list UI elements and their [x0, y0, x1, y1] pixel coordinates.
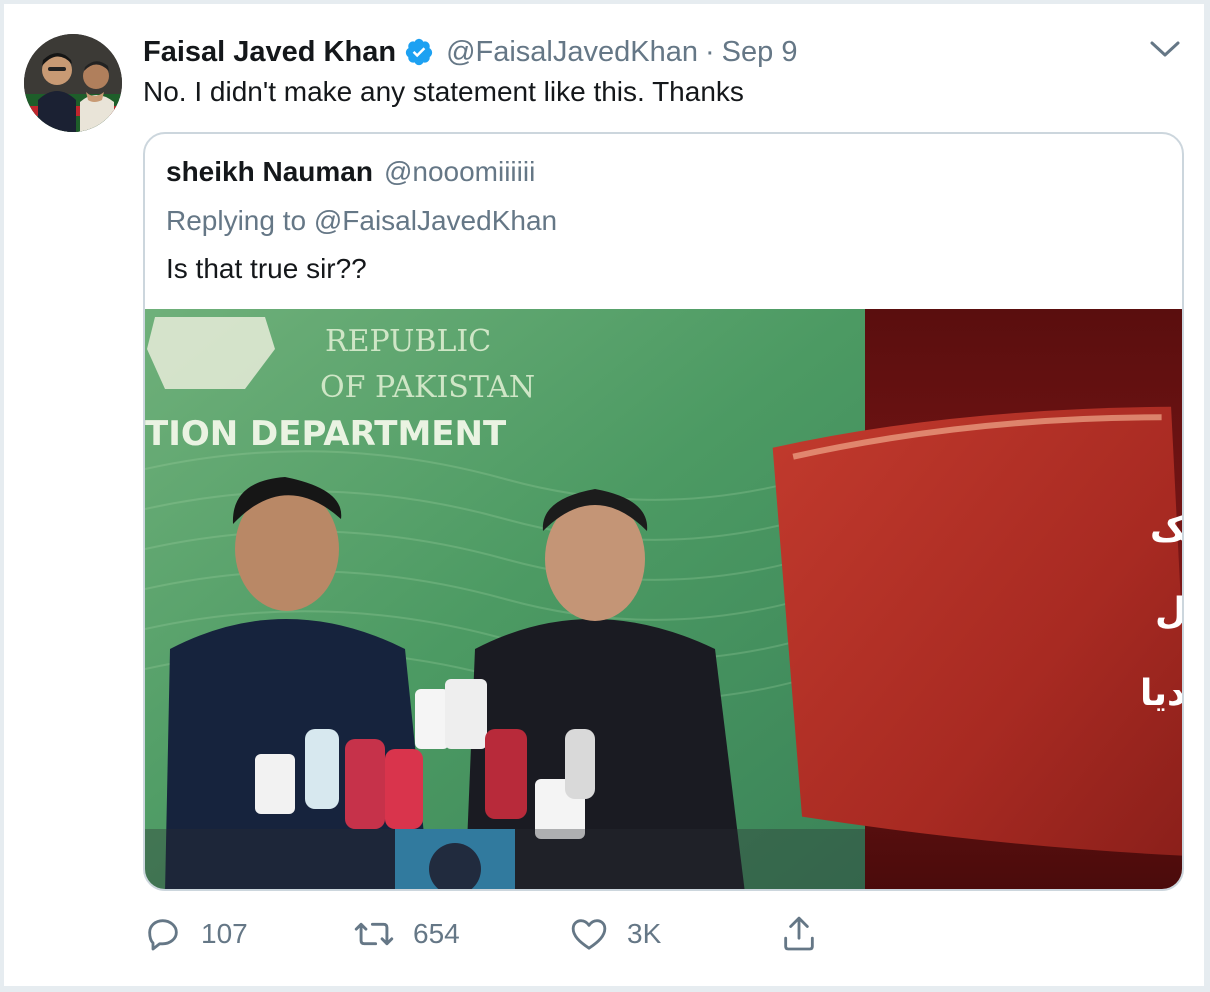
- backdrop-text-2: OF PAKISTAN: [320, 370, 535, 405]
- quoted-tweet-image[interactable]: REPUBLIC OF PAKISTAN TION DEPARTMENT ک ل…: [145, 309, 1184, 889]
- quoted-tweet[interactable]: sheikh Nauman @nooomiiiiii Replying to @…: [143, 132, 1184, 891]
- replying-to: Replying to @FaisalJavedKhan: [166, 205, 558, 236]
- tweet-header: Faisal Javed Khan @FaisalJavedKhan · Sep…: [143, 32, 797, 72]
- tweet-actions: 107 654 3K: [143, 910, 843, 958]
- quoted-tweet-header: sheikh Nauman @nooomiiiiii: [166, 156, 535, 188]
- chevron-down-icon[interactable]: [1148, 36, 1182, 62]
- quoted-author-handle: @nooomiiiiii: [383, 156, 536, 187]
- author-name[interactable]: Faisal Javed Khan: [143, 36, 396, 69]
- urdu-line-3: جاوید نے وزیراعظم کو بتادیا: [1140, 673, 1184, 714]
- author-avatar[interactable]: [24, 34, 122, 132]
- share-button[interactable]: [779, 910, 819, 958]
- reply-button[interactable]: 107: [143, 910, 248, 958]
- quoted-author-name: sheikh Nauman: [166, 156, 373, 187]
- urdu-line-1: امریکا میں مقیم پاکستانی ایک: [1150, 509, 1184, 550]
- urdu-line-2: ارب ڈالر دینا چاہتا ہے، فیصل: [1155, 591, 1184, 632]
- tweet-text: No. I didn't make any statement like thi…: [143, 76, 744, 107]
- backdrop-text-1: REPUBLIC: [325, 324, 491, 359]
- divider: [1204, 0, 1210, 992]
- retweet-icon: [353, 914, 395, 954]
- like-button[interactable]: 3K: [569, 910, 661, 958]
- divider: [0, 0, 1210, 4]
- retweet-count: 654: [413, 918, 460, 949]
- quoted-tweet-text: Is that true sir??: [166, 253, 367, 284]
- reply-icon: [143, 914, 183, 954]
- verified-badge-icon: [404, 37, 434, 67]
- separator-dot: ·: [704, 35, 715, 68]
- divider: [0, 986, 1210, 992]
- retweet-button[interactable]: 654: [353, 910, 460, 958]
- share-icon: [779, 913, 819, 955]
- like-count: 3K: [627, 918, 662, 949]
- author-handle[interactable]: @FaisalJavedKhan: [446, 36, 698, 69]
- backdrop-text-3: TION DEPARTMENT: [145, 414, 507, 454]
- tweet-date[interactable]: Sep 9: [722, 36, 798, 69]
- reply-count: 107: [201, 918, 248, 949]
- heart-icon: [569, 914, 609, 954]
- divider: [0, 0, 4, 992]
